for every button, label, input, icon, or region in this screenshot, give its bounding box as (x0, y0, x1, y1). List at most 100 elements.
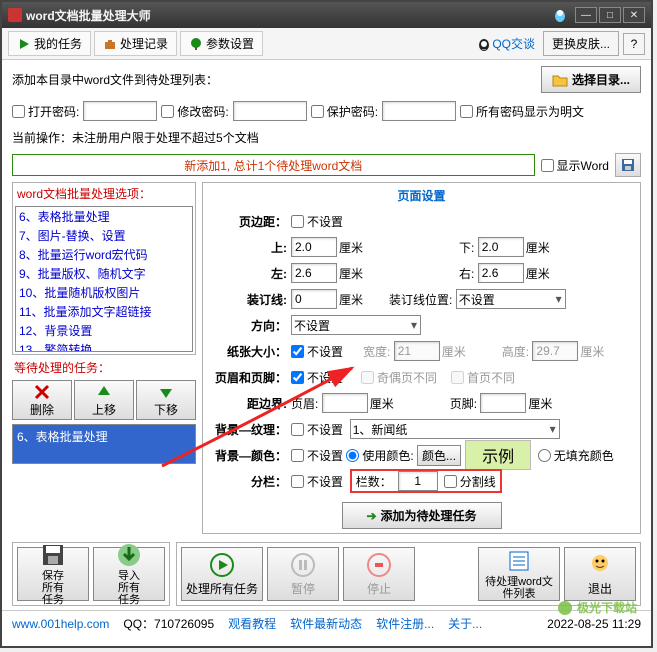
bgtex-label: 背景—纹理： (211, 421, 291, 438)
bgtex-noset-check[interactable]: 不设置 (291, 421, 343, 438)
right-input[interactable] (478, 263, 524, 283)
show-word-check[interactable]: 显示Word (541, 157, 609, 174)
modify-pwd-check[interactable]: 修改密码: (161, 103, 228, 120)
add-task-label: 添加为待处理任务 (381, 507, 477, 524)
run-all-button[interactable]: 处理所有任务 (181, 547, 263, 601)
qq-label: QQ交谈 (492, 35, 535, 52)
option-item[interactable]: 11、批量添加文字超链接 (16, 302, 192, 321)
bgtex-select[interactable]: 1、新闻纸 (350, 419, 560, 439)
task-list[interactable]: 6、表格批量处理 (12, 424, 196, 464)
modify-pwd-label: 修改密码: (177, 103, 228, 120)
option-item[interactable]: 13、繁简转换 (16, 340, 192, 352)
status-site[interactable]: www.001help.com (12, 617, 109, 631)
unit: 厘米 (339, 265, 363, 282)
status-register[interactable]: 软件注册... (376, 615, 434, 632)
divider-check[interactable]: 分割线 (444, 473, 496, 490)
import-all-button[interactable]: 导入 所有 任务 (93, 547, 165, 601)
maximize-button[interactable]: □ (599, 7, 621, 23)
right-label: 右: (459, 265, 474, 282)
left-label: 左: (211, 265, 291, 282)
status-about[interactable]: 关于... (448, 615, 482, 632)
orient-select[interactable]: 不设置 (291, 315, 421, 335)
tab-history[interactable]: 处理记录 (94, 31, 177, 56)
protect-pwd-check[interactable]: 保护密码: (311, 103, 378, 120)
option-item[interactable]: 6、表格批量处理 (16, 207, 192, 226)
play-icon (17, 37, 31, 51)
dist-label: 距边界: (211, 395, 291, 412)
close-button[interactable]: ✕ (623, 7, 645, 23)
paper-noset-check[interactable]: 不设置 (291, 343, 343, 360)
add-task-button[interactable]: ➔ 添加为待处理任务 (342, 502, 502, 529)
tab-label: 我的任务 (34, 35, 82, 52)
bottom-input[interactable] (478, 237, 524, 257)
stop-button[interactable]: 停止 (343, 547, 415, 601)
unit: 厘米 (370, 395, 394, 412)
height-label: 高度: (502, 343, 529, 360)
cols-noset-check[interactable]: 不设置 (291, 473, 343, 490)
arrow-right-icon: ➔ (366, 509, 376, 523)
cols-highlight-box: 栏数： 分割线 (350, 469, 502, 493)
help-button[interactable]: ? (623, 33, 645, 55)
change-skin-button[interactable]: 更换皮肤... (543, 31, 619, 56)
show-plain-check[interactable]: 所有密码显示为明文 (460, 103, 584, 120)
bgcolor-label: 背景—颜色： (211, 447, 291, 464)
unit: 厘米 (442, 343, 466, 360)
tab-my-tasks[interactable]: 我的任务 (8, 31, 91, 56)
margin-noset-check[interactable]: 不设置 (291, 213, 343, 230)
status-news[interactable]: 软件最新动态 (290, 615, 362, 632)
hf-noset-check[interactable]: 不设置 (291, 369, 343, 386)
cols-count-input[interactable] (398, 471, 438, 491)
option-item[interactable]: 12、背景设置 (16, 321, 192, 340)
delete-button[interactable]: 删除 (12, 380, 72, 420)
gutter-input[interactable] (291, 289, 337, 309)
gutter-label: 装订线: (211, 291, 291, 308)
bottom-label: 下: (459, 239, 474, 256)
tree-icon (189, 37, 203, 51)
header-input[interactable] (322, 393, 368, 413)
qq-chat-link[interactable]: QQ交谈 (476, 35, 535, 52)
open-pwd-input[interactable] (83, 101, 157, 121)
options-list[interactable]: 6、表格批量处理7、图片-替换、设置8、批量运行word宏代码9、批量版权、随机… (15, 206, 193, 352)
task-item[interactable]: 6、表格批量处理 (15, 427, 193, 446)
top-input[interactable] (291, 237, 337, 257)
protect-pwd-input[interactable] (382, 101, 456, 121)
penguin-icon (551, 6, 569, 24)
qq-icon (476, 36, 492, 52)
modify-pwd-input[interactable] (233, 101, 307, 121)
option-item[interactable]: 8、批量运行word宏代码 (16, 245, 192, 264)
margin-label: 页边距： (211, 213, 291, 230)
tab-params[interactable]: 参数设置 (180, 31, 263, 56)
floppy-icon (40, 542, 66, 568)
color-button[interactable]: 颜色... (417, 445, 461, 466)
save-icon-button[interactable] (615, 153, 641, 177)
left-input[interactable] (291, 263, 337, 283)
gutter-pos-select[interactable]: 不设置 (456, 289, 566, 309)
use-color-radio[interactable]: 使用颜色: (346, 447, 413, 464)
choose-dir-button[interactable]: 选择目录... (541, 66, 641, 93)
option-item[interactable]: 9、批量版权、随机文字 (16, 264, 192, 283)
open-pwd-check[interactable]: 打开密码: (12, 103, 79, 120)
pause-button[interactable]: 暂停 (267, 547, 339, 601)
floppy-icon (620, 157, 636, 173)
option-item[interactable]: 7、图片-替换、设置 (16, 226, 192, 245)
move-down-button[interactable]: 下移 (136, 380, 196, 420)
footer-input[interactable] (480, 393, 526, 413)
status-tutorial[interactable]: 观看教程 (228, 615, 276, 632)
bgcolor-noset-check[interactable]: 不设置 (291, 447, 343, 464)
tab-label: 参数设置 (206, 35, 254, 52)
pending-list-button[interactable]: 待处理word文 件列表 (478, 547, 560, 601)
minimize-button[interactable]: — (575, 7, 597, 23)
exit-button[interactable]: 退出 (564, 547, 636, 601)
move-up-button[interactable]: 上移 (74, 380, 134, 420)
save-all-button[interactable]: 保存 所有 任务 (17, 547, 89, 601)
up-icon (95, 383, 113, 401)
cols-label: 分栏： (211, 473, 291, 490)
down-icon (157, 383, 175, 401)
list-icon (506, 548, 532, 574)
unit: 厘米 (526, 239, 550, 256)
add-dir-label: 添加本目录中word文件到待处理列表： (12, 71, 541, 88)
unit: 厘米 (339, 291, 363, 308)
option-item[interactable]: 10、批量随机版权图片 (16, 283, 192, 302)
no-fill-radio[interactable]: 无填充颜色 (538, 447, 614, 464)
width-input (394, 341, 440, 361)
